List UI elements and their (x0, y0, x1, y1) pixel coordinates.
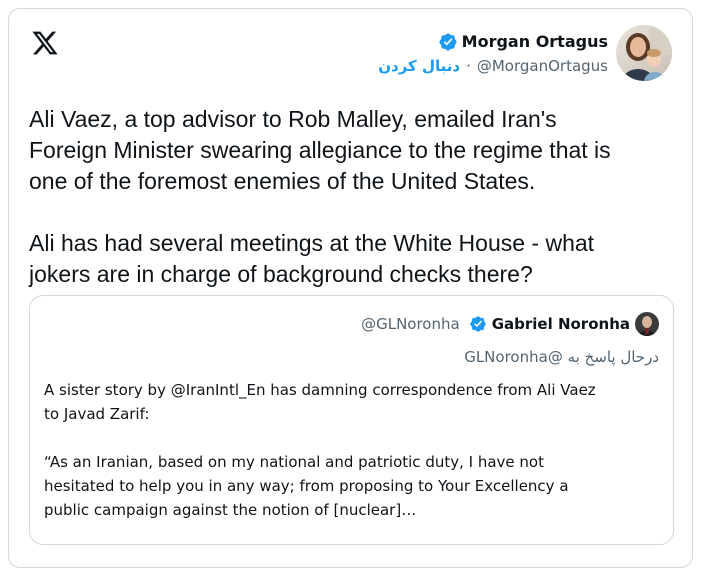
author-handle[interactable]: @MorganOrtagus (477, 56, 608, 76)
quoted-tweet-text: A sister story by @IranIntl_En has damni… (44, 381, 596, 519)
tweet-text: Ali Vaez, a top advisor to Rob Malley, e… (29, 106, 611, 287)
verified-badge-icon (439, 33, 457, 51)
avatar-image (616, 25, 672, 81)
quoted-reply-context: درحال پاسخ به @GLNoronha (464, 348, 659, 366)
quoted-verified-badge-icon (470, 316, 486, 332)
author-name[interactable]: Morgan Ortagus (462, 31, 608, 53)
quoted-author-handle[interactable]: @GLNoronha (361, 315, 460, 333)
author-avatar[interactable] (616, 25, 672, 81)
quoted-tweet[interactable]: @GLNoronha Gabriel Noronha درحال پاسخ به… (29, 295, 674, 545)
quoted-author-row: @GLNoronha Gabriel Noronha (361, 312, 659, 336)
quoted-author-avatar[interactable] (635, 312, 659, 336)
author-block: Morgan Ortagus دنبال کردن · @MorganOrtag… (378, 31, 608, 76)
separator-dot: · (466, 57, 471, 75)
x-logo-icon[interactable] (31, 29, 59, 57)
tweet-card[interactable]: Morgan Ortagus دنبال کردن · @MorganOrtag… (8, 8, 693, 568)
quoted-author-name[interactable]: Gabriel Noronha (492, 315, 630, 333)
author-name-row: Morgan Ortagus (378, 31, 608, 53)
follow-button[interactable]: دنبال کردن (378, 56, 460, 76)
author-meta-row: دنبال کردن · @MorganOrtagus (378, 56, 608, 76)
quoted-avatar-image (635, 312, 659, 336)
